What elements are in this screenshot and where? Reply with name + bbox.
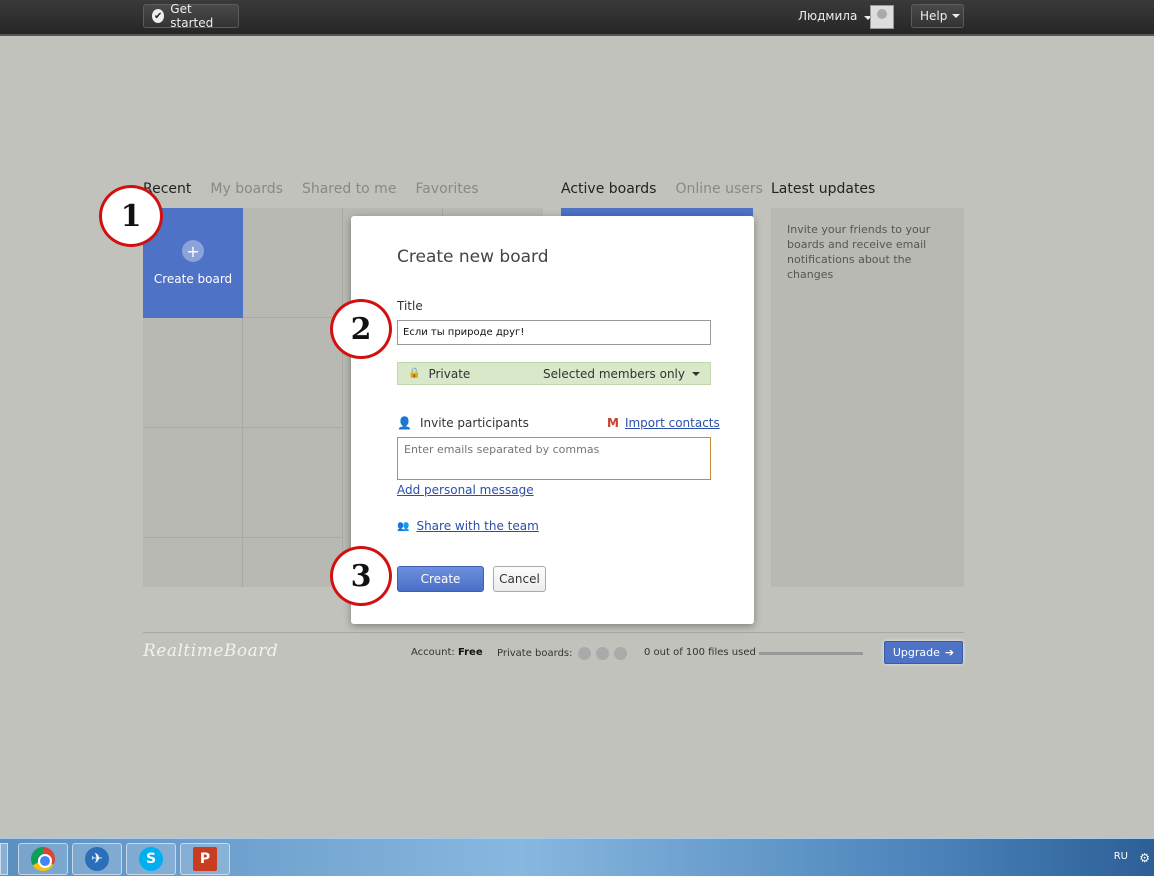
create-button[interactable]: Create [397, 566, 484, 592]
step-marker-2: 2 [330, 299, 392, 359]
grid-cell [143, 318, 243, 428]
private-board-slot [613, 647, 627, 660]
boards-tabs: Recent My boards Shared to me Favorites [143, 181, 479, 197]
team-icon: 👥 [397, 520, 409, 532]
share-with-team-link[interactable]: Share with the team [416, 519, 538, 533]
create-board-dialog: Create new board Title 🔒 Private Selecte… [351, 216, 754, 624]
files-used: 0 out of 100 files used [644, 647, 756, 658]
latest-updates-panel: Invite your friends to your boards and r… [771, 208, 964, 587]
arrow-right-icon: ➔ [944, 646, 955, 659]
activity-tabs: Active boards Online users [561, 181, 763, 197]
grid-cell [243, 208, 343, 318]
language-indicator[interactable]: RU [1114, 851, 1128, 862]
thunderbird-icon: ✈ [85, 847, 109, 871]
title-input[interactable] [397, 320, 711, 345]
grid-cell [243, 538, 343, 587]
logo: RealtimeBoard [143, 641, 279, 661]
person-icon: 👤 [397, 416, 412, 430]
upgrade-button[interactable]: Upgrade ➔ [884, 641, 963, 664]
import-contacts-link[interactable]: Import contacts [625, 416, 720, 430]
share-with-team[interactable]: 👥 Share with the team [397, 519, 539, 533]
privacy-dropdown[interactable]: Selected members only [543, 367, 700, 381]
user-name: Людмила [798, 9, 858, 23]
grid-cell [143, 428, 243, 538]
lock-icon: 🔒 [408, 368, 421, 379]
avatar[interactable] [870, 5, 894, 29]
taskbar-skype[interactable]: S [126, 843, 176, 875]
gmail-icon: M [607, 416, 619, 430]
checkmark-icon: ✔ [152, 9, 165, 23]
taskbar-thunderbird[interactable]: ✈ [72, 843, 122, 875]
invite-participants: 👤 Invite participants [397, 416, 529, 430]
tab-my-boards[interactable]: My boards [210, 181, 283, 197]
privacy-option: Selected members only [543, 366, 685, 381]
taskbar-chrome[interactable] [18, 843, 68, 875]
account-label: Account: [411, 647, 455, 658]
grid-cell [243, 318, 343, 428]
grid-cell [143, 538, 243, 587]
add-personal-message-link[interactable]: Add personal message [397, 483, 534, 497]
powerpoint-icon: P [193, 847, 217, 871]
title-label: Title [397, 299, 423, 313]
import-contacts[interactable]: M Import contacts [607, 416, 720, 430]
private-board-slot [577, 647, 591, 660]
emails-input[interactable] [397, 437, 711, 480]
tab-favorites[interactable]: Favorites [415, 181, 478, 197]
private-board-slot [595, 647, 609, 660]
privacy-selector[interactable]: 🔒 Private Selected members only [397, 362, 711, 385]
create-board-label: Create board [153, 272, 233, 286]
dialog-title: Create new board [397, 247, 549, 267]
tray-icon[interactable]: ⚙ [1139, 851, 1150, 865]
tab-online-users[interactable]: Online users [675, 181, 762, 197]
chevron-down-icon [952, 14, 961, 18]
private-boards-label: Private boards: [497, 648, 573, 659]
help-label: Help [920, 9, 948, 23]
tab-active-boards[interactable]: Active boards [561, 181, 656, 197]
invite-label: Invite participants [419, 416, 529, 430]
latest-updates-title: Latest updates [771, 181, 876, 197]
tab-shared-to-me[interactable]: Shared to me [302, 181, 397, 197]
help-button[interactable]: Help [911, 4, 964, 28]
start-button-edge[interactable] [0, 843, 8, 875]
windows-taskbar: ✈ S P RU ⚙ [0, 838, 1154, 876]
taskbar-powerpoint[interactable]: P [180, 843, 230, 875]
cancel-button[interactable]: Cancel [493, 566, 546, 592]
privacy-label: Private [428, 366, 471, 381]
footer-divider [143, 632, 964, 633]
private-boards-indicator: Private boards: [497, 647, 627, 660]
account-plan: Free [457, 647, 483, 658]
upgrade-label: Upgrade [892, 646, 940, 659]
chevron-down-icon [692, 371, 700, 376]
step-marker-1: 1 [99, 185, 163, 247]
step-marker-3: 3 [330, 546, 392, 606]
user-menu[interactable]: Людмила [798, 9, 873, 23]
grid-cell [243, 428, 343, 538]
get-started-label: Get started [170, 2, 214, 30]
account-status: Account: Free [411, 647, 483, 658]
latest-updates-text: Invite your friends to your boards and r… [787, 223, 931, 281]
plus-icon: + [182, 240, 204, 262]
top-bar: ✔ Get started Людмила Help [0, 0, 1154, 36]
files-progress-bar [759, 652, 863, 655]
chrome-icon [31, 847, 55, 871]
get-started-button[interactable]: ✔ Get started [143, 2, 239, 30]
skype-icon: S [139, 847, 163, 871]
